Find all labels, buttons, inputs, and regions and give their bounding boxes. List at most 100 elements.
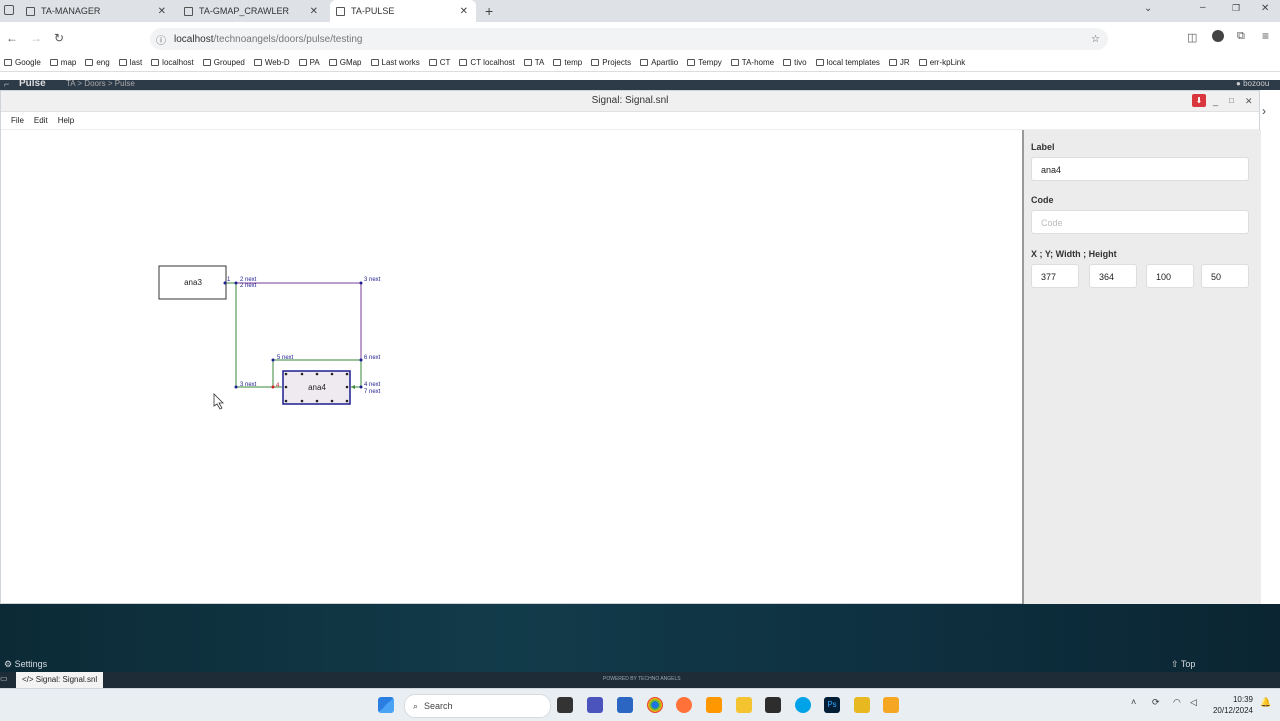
windows-start-icon[interactable]: [378, 697, 394, 713]
port-dot[interactable]: [234, 281, 238, 285]
menu-icon[interactable]: ≡: [1262, 29, 1269, 43]
height-input[interactable]: 50: [1201, 264, 1249, 288]
settings-button[interactable]: ⚙ Settings: [4, 659, 47, 670]
back-arrow-icon[interactable]: ←: [6, 31, 18, 45]
close-icon[interactable]: ✕: [158, 6, 166, 17]
bookmark-item[interactable]: Apartlio: [640, 58, 678, 67]
desktop-icon[interactable]: ▭: [0, 674, 10, 686]
folder-icon: [591, 58, 600, 66]
pocket-icon[interactable]: ◫: [1187, 31, 1197, 44]
menu-file[interactable]: File: [11, 116, 24, 125]
clock[interactable]: 10:39 20/12/2024: [1203, 694, 1253, 716]
bookmark-item[interactable]: Grouped: [202, 58, 245, 67]
port-dot[interactable]: [359, 281, 363, 285]
port-dot[interactable]: [359, 358, 363, 362]
bookmark-label: eng: [96, 57, 110, 67]
bookmark-item[interactable]: map: [49, 58, 76, 67]
tab-ta-manager[interactable]: TA-MANAGER ✕: [26, 0, 174, 22]
bookmark-item[interactable]: CT: [428, 58, 450, 67]
tab-search-icon[interactable]: [4, 5, 14, 15]
new-tab-icon[interactable]: +: [485, 3, 493, 19]
teams-icon[interactable]: [587, 697, 603, 713]
minimize-icon[interactable]: –: [1200, 2, 1206, 13]
close-icon[interactable]: ✕: [310, 6, 318, 17]
bookmark-item[interactable]: Web-D: [253, 58, 290, 67]
diagram-canvas[interactable]: ana3 ana4 1 2 next 2 next 3 next 5 next …: [1, 130, 1022, 604]
bookmark-item[interactable]: temp: [553, 58, 582, 67]
bookmark-item[interactable]: local templates: [815, 57, 880, 67]
task-item-signal[interactable]: </> Signal: Signal.snl: [16, 672, 104, 688]
photoshop-icon[interactable]: Ps: [824, 697, 840, 713]
bookmark-label: local templates: [826, 57, 880, 67]
extension-icon[interactable]: [1212, 30, 1224, 42]
connection-green-left[interactable]: [226, 282, 282, 388]
bookmark-item[interactable]: tivo: [783, 58, 807, 67]
chrome-icon[interactable]: [647, 697, 663, 713]
bookmark-item[interactable]: CT localhost: [459, 58, 515, 67]
side-panel-chevron-right-icon[interactable]: ›: [1262, 104, 1266, 118]
app-icon[interactable]: [883, 697, 899, 713]
site-info-icon[interactable]: ⓘ: [156, 32, 166, 47]
notes-icon[interactable]: [617, 697, 633, 713]
forward-arrow-icon[interactable]: →: [30, 31, 42, 45]
bookmark-item[interactable]: GMap: [328, 58, 362, 67]
window-minimize-icon[interactable]: _: [1213, 91, 1218, 111]
bookmark-item[interactable]: TA-home: [730, 58, 774, 67]
wifi-icon[interactable]: ◠: [1173, 697, 1181, 708]
bookmark-item[interactable]: Projects: [591, 58, 631, 67]
address-bar[interactable]: ⓘ localhost/technoangels/doors/pulse/tes…: [150, 28, 1108, 50]
notification-bell-icon[interactable]: 🔔: [1260, 697, 1271, 708]
python-icon[interactable]: [854, 697, 870, 713]
window-close-icon[interactable]: ✕: [1245, 91, 1253, 111]
bookmark-item[interactable]: last: [118, 58, 142, 67]
menu-edit[interactable]: Edit: [34, 116, 48, 125]
x-input[interactable]: 377: [1031, 264, 1079, 288]
bookmark-item[interactable]: PA: [298, 58, 320, 67]
tab-ta-gmap-crawler[interactable]: TA-GMAP_CRAWLER ✕: [178, 0, 326, 22]
bookmark-item[interactable]: JR: [888, 58, 910, 67]
width-input[interactable]: 100: [1146, 264, 1194, 288]
sublime-icon[interactable]: [706, 697, 722, 713]
bookmark-star-icon[interactable]: ☆: [1091, 34, 1100, 45]
task-view-icon[interactable]: [557, 697, 573, 713]
tab-ta-pulse[interactable]: TA-PULSE ✕: [330, 0, 476, 22]
edge-icon[interactable]: [795, 697, 811, 713]
port-dot[interactable]: [271, 358, 275, 362]
tray-chevron-up-icon[interactable]: ˄: [1131, 697, 1136, 707]
bookmark-item[interactable]: eng: [85, 57, 110, 67]
firefox-icon[interactable]: [676, 697, 692, 713]
app-name[interactable]: Pulse: [19, 80, 46, 89]
download-icon[interactable]: ⬇: [1192, 94, 1206, 107]
bookmark-item[interactable]: TA: [523, 58, 544, 67]
y-input[interactable]: 364: [1089, 264, 1137, 288]
window-titlebar[interactable]: Signal: Signal.snl ⬇ _ □ ✕: [1, 91, 1259, 112]
top-button[interactable]: ⇧ Top: [1171, 659, 1195, 670]
bookmark-item[interactable]: Google: [4, 58, 41, 67]
update-icon[interactable]: ⟳: [1152, 697, 1160, 708]
bookmark-item[interactable]: Tempy: [687, 58, 722, 67]
reload-icon[interactable]: ↻: [54, 31, 64, 45]
window-maximize-icon[interactable]: □: [1229, 91, 1234, 111]
menu-help[interactable]: Help: [58, 116, 74, 125]
close-icon[interactable]: ✕: [460, 6, 468, 17]
tab-list-chevron-down-icon[interactable]: ⌄: [1144, 3, 1152, 14]
code-input[interactable]: Code: [1031, 210, 1249, 234]
connection-purple-top[interactable]: [236, 282, 362, 360]
label-input[interactable]: ana4: [1031, 157, 1249, 181]
bookmark-item[interactable]: Last works: [370, 58, 420, 67]
port-dot[interactable]: [234, 385, 238, 389]
terminal-icon[interactable]: [765, 697, 781, 713]
extensions-puzzle-icon[interactable]: ⧉: [1237, 30, 1245, 43]
label-title: Label: [1031, 142, 1055, 152]
diagram-svg[interactable]: ana3 ana4 1 2 next 2 next 3 next 5 next …: [1, 130, 1022, 604]
close-window-icon[interactable]: ✕: [1261, 3, 1269, 14]
taskbar-search[interactable]: ⌕ Search: [404, 694, 551, 718]
port-dot[interactable]: [359, 385, 363, 389]
bookmark-item[interactable]: localhost: [151, 58, 194, 67]
volume-icon[interactable]: ◁: [1190, 697, 1197, 708]
file-explorer-icon[interactable]: [736, 697, 752, 713]
restore-icon[interactable]: ❐: [1232, 3, 1240, 14]
port-dot[interactable]: [271, 385, 275, 389]
user-menu[interactable]: ● bozoou: [1236, 80, 1269, 88]
bookmark-item[interactable]: err-kpLink: [918, 58, 965, 67]
